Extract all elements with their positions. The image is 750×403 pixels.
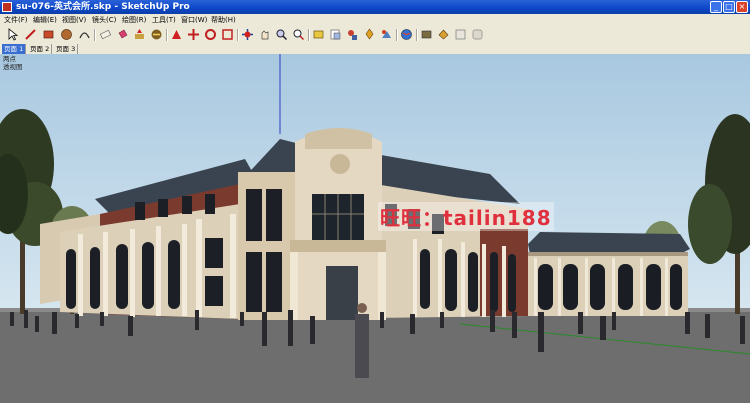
- position-camera-icon[interactable]: [420, 28, 433, 41]
- window-title: su-076-英式会所.skp - SketchUp Pro: [16, 2, 190, 12]
- walk-icon[interactable]: [380, 28, 393, 41]
- menu-view[interactable]: 视图(V): [62, 14, 86, 26]
- menu-camera[interactable]: 镜头(C): [92, 14, 116, 26]
- menu-help[interactable]: 帮助(H): [211, 14, 236, 26]
- eraser-icon[interactable]: [99, 28, 112, 41]
- tape-measure-icon[interactable]: [312, 28, 325, 41]
- menu-tools[interactable]: 工具(T): [152, 14, 176, 26]
- maximize-button[interactable]: □: [723, 1, 735, 13]
- select-icon[interactable]: [6, 28, 19, 41]
- menu-bar: 文件(F) 编辑(E) 视图(V) 镜头(C) 绘图(R) 工具(T) 窗口(W…: [0, 14, 750, 26]
- pan-icon[interactable]: [258, 28, 271, 41]
- view-mode-label: 两点: [3, 55, 16, 63]
- rotate-icon[interactable]: [204, 28, 217, 41]
- main-toolbar: [0, 26, 750, 45]
- rectangle-icon[interactable]: [42, 28, 55, 41]
- building-right-wing: [528, 232, 690, 316]
- sketchup-app-icon: [2, 2, 12, 12]
- model-viewport[interactable]: 两点 透视图 旺旺：tailin188: [0, 54, 750, 403]
- tab-page-2[interactable]: 页面 2: [28, 44, 53, 54]
- styles-icon[interactable]: [471, 28, 484, 41]
- title-bar: su-076-英式会所.skp - SketchUp Pro _ □ ×: [0, 0, 750, 14]
- follow-me-icon[interactable]: [150, 28, 163, 41]
- close-button[interactable]: ×: [736, 1, 748, 13]
- menu-file[interactable]: 文件(F): [4, 14, 28, 26]
- circle-icon[interactable]: [60, 28, 73, 41]
- push-pull-icon[interactable]: [133, 28, 146, 41]
- offset-icon[interactable]: [170, 28, 183, 41]
- scene-render: [0, 54, 750, 403]
- scene-tabs: 页面 1 页面 2 页面 3: [0, 44, 750, 54]
- projection-label: 透视图: [3, 63, 23, 71]
- move-icon[interactable]: [187, 28, 200, 41]
- zoom-extents-icon[interactable]: [292, 28, 305, 41]
- menu-window[interactable]: 窗口(W): [181, 14, 207, 26]
- watermark-text: 旺旺：tailin188: [378, 202, 554, 231]
- tab-page-3[interactable]: 页面 3: [54, 44, 79, 54]
- arc-icon[interactable]: [78, 28, 91, 41]
- dimension-icon[interactable]: [346, 28, 359, 41]
- menu-draw[interactable]: 绘图(R): [122, 14, 146, 26]
- paint-bucket-icon[interactable]: [116, 28, 129, 41]
- tab-page-1[interactable]: 页面 1: [2, 44, 27, 54]
- ground: [0, 308, 750, 403]
- section-icon[interactable]: [363, 28, 376, 41]
- orbit-icon[interactable]: [241, 28, 254, 41]
- materials-icon[interactable]: [454, 28, 467, 41]
- menu-edit[interactable]: 编辑(E): [33, 14, 57, 26]
- look-around-icon[interactable]: [400, 28, 413, 41]
- scale-icon[interactable]: [221, 28, 234, 41]
- components-icon[interactable]: [437, 28, 450, 41]
- pencil-icon[interactable]: [24, 28, 37, 41]
- minimize-button[interactable]: _: [710, 1, 722, 13]
- text-icon[interactable]: [329, 28, 342, 41]
- zoom-icon[interactable]: [275, 28, 288, 41]
